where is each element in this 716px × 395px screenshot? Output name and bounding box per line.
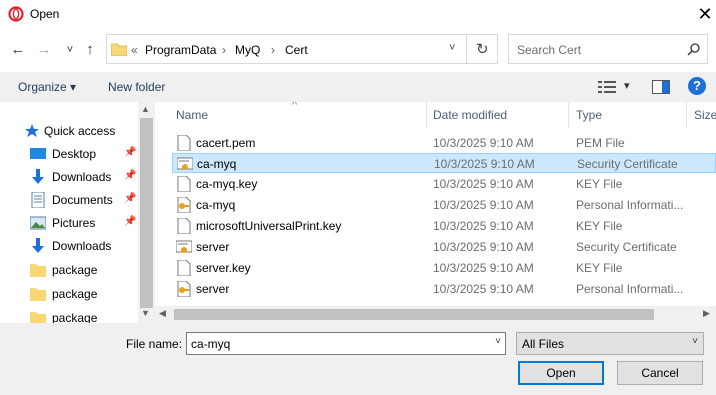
pictures-icon (30, 216, 46, 230)
file-icon (177, 260, 191, 276)
sidebar-item-package-2[interactable]: package (30, 283, 150, 305)
table-row[interactable]: ca-myq.key 10/3/2025 9:10 AM KEY File (172, 174, 716, 194)
refresh-button[interactable]: ↻ (466, 34, 498, 64)
file-name-label: File name: (126, 337, 183, 351)
file-type-dropdown-icon[interactable]: ˅ (692, 336, 698, 347)
search-icon (687, 43, 700, 56)
title-bar (0, 0, 716, 30)
sidebar-item-package-3[interactable]: package (30, 307, 150, 324)
folder-icon (30, 264, 46, 277)
folder-icon (30, 312, 46, 324)
file-name-value[interactable]: ca-myq (191, 337, 230, 351)
view-dropdown-icon[interactable]: ▾ (624, 79, 630, 92)
search-input[interactable]: Search Cert (517, 43, 581, 57)
table-row[interactable]: microsoftUniversalPrint.key 10/3/2025 9:… (172, 216, 716, 236)
sidebar-item-pictures[interactable]: Pictures 📌 (30, 212, 150, 234)
column-name[interactable]: Name (176, 108, 208, 122)
breadcrumb-myq[interactable]: MyQ (235, 43, 260, 57)
star-icon (25, 124, 39, 137)
organize-button[interactable]: Organize ▾ (18, 80, 76, 94)
pfx-icon (177, 197, 191, 213)
sidebar-item-downloads-2[interactable]: Downloads (30, 235, 150, 257)
table-row-selected[interactable]: ca-myq 10/3/2025 9:10 AM Security Certif… (172, 153, 716, 173)
scroll-left-icon[interactable]: ◀ (159, 308, 166, 319)
file-icon (177, 176, 191, 192)
download-icon (32, 169, 44, 184)
preview-pane-icon[interactable] (652, 80, 670, 94)
certificate-icon (177, 157, 193, 170)
pin-icon: 📌 (124, 170, 137, 181)
certificate-icon (176, 240, 192, 253)
opera-icon (8, 6, 24, 22)
open-button[interactable]: Open (518, 361, 604, 385)
column-header-row: Name ^ Date modified Type Size (160, 102, 716, 128)
breadcrumb-cert[interactable]: Cert (285, 43, 308, 57)
pin-icon: 📌 (124, 216, 137, 227)
back-button[interactable]: ← (8, 40, 28, 60)
command-bar: Organize ▾ New folder ▾ ? (0, 72, 716, 102)
navigation-bar: ← → ˅ ↑ « ProgramData › MyQ › Cert ˅ ↻ S… (0, 34, 716, 66)
documents-icon (31, 192, 45, 208)
scroll-up-icon[interactable]: ▲ (141, 104, 150, 114)
file-icon (177, 135, 191, 151)
refresh-icon: ↻ (476, 41, 489, 58)
column-date-modified[interactable]: Date modified (433, 108, 507, 122)
help-icon[interactable]: ? (688, 77, 706, 95)
sidebar-item-downloads[interactable]: Downloads 📌 (30, 166, 150, 188)
window-title: Open (30, 7, 60, 21)
sidebar-item-quick-access[interactable]: Quick access (24, 120, 144, 142)
table-row[interactable]: server 10/3/2025 9:10 AM Security Certif… (172, 237, 716, 257)
table-row[interactable]: server 10/3/2025 9:10 AM Personal Inform… (172, 279, 716, 299)
download-icon (32, 238, 44, 253)
file-type-select[interactable]: All Files ˅ (516, 332, 704, 355)
sidebar-item-documents[interactable]: Documents 📌 (30, 189, 150, 211)
pin-icon: 📌 (124, 193, 137, 204)
table-row[interactable]: server.key 10/3/2025 9:10 AM KEY File (172, 258, 716, 278)
sidebar-scroll-thumb[interactable] (140, 118, 153, 308)
search-box[interactable]: Search Cert (508, 34, 708, 64)
breadcrumb-separator: › (222, 43, 226, 57)
view-options-icon[interactable] (598, 80, 616, 94)
cancel-button[interactable]: Cancel (617, 361, 703, 385)
close-button[interactable]: ✕ (693, 3, 716, 27)
address-overflow[interactable]: « (131, 43, 138, 57)
breadcrumb-separator: › (271, 43, 275, 57)
sidebar-item-desktop[interactable]: Desktop 📌 (30, 143, 150, 165)
table-row[interactable]: ca-myq 10/3/2025 9:10 AM Personal Inform… (172, 195, 716, 215)
pin-icon: 📌 (124, 147, 137, 158)
file-list: Name ^ Date modified Type Size cacert.pe… (160, 102, 716, 324)
pfx-icon (177, 281, 191, 297)
breadcrumb-programdata[interactable]: ProgramData (145, 43, 216, 57)
horizontal-scroll-thumb[interactable] (174, 309, 654, 320)
navigation-pane: Quick access Desktop 📌 Downloads 📌 Docum… (0, 102, 155, 324)
column-size[interactable]: Size (694, 108, 716, 122)
address-bar[interactable]: « ProgramData › MyQ › Cert ˅ (106, 34, 498, 64)
up-button[interactable]: ↑ (80, 40, 100, 60)
scroll-right-icon[interactable]: ▶ (703, 308, 710, 319)
new-folder-button[interactable]: New folder (108, 80, 165, 94)
file-name-input[interactable]: ca-myq ˅ (186, 332, 506, 355)
table-row[interactable]: cacert.pem 10/3/2025 9:10 AM PEM File (172, 133, 716, 153)
file-icon (177, 218, 191, 234)
scroll-down-icon[interactable]: ▼ (141, 308, 150, 318)
sort-ascending-icon: ^ (292, 102, 298, 111)
recent-locations-button[interactable]: ˅ (60, 40, 80, 60)
sidebar-item-package[interactable]: package (30, 259, 150, 281)
folder-icon (111, 43, 127, 56)
forward-button[interactable]: → (34, 40, 54, 60)
address-dropdown-icon[interactable]: ˅ (449, 42, 455, 54)
column-type[interactable]: Type (576, 108, 602, 122)
folder-icon (30, 288, 46, 301)
file-type-value: All Files (522, 337, 565, 351)
desktop-icon (30, 148, 46, 159)
file-name-dropdown-icon[interactable]: ˅ (495, 336, 501, 347)
